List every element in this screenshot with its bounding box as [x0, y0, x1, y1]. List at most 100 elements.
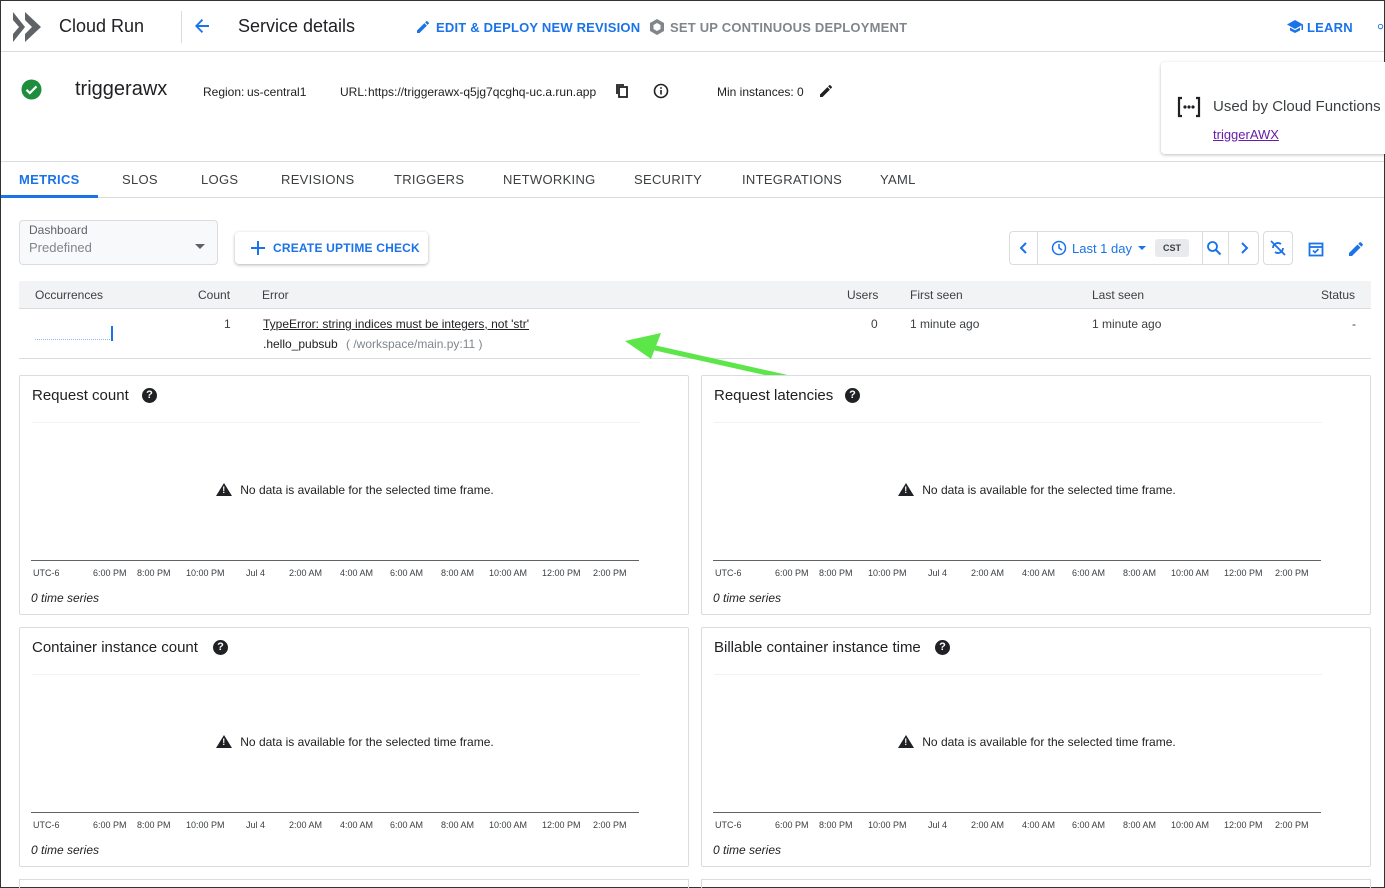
x-tick-label: 2:00 AM [971, 568, 1005, 578]
tab-logs[interactable]: LOGS [201, 162, 238, 198]
x-tick-label: UTC-6 [715, 820, 742, 830]
error-location-file: ( /workspace/main.py:11 ) [346, 337, 483, 351]
no-data-text: No data is available for the selected ti… [922, 483, 1176, 497]
edit-deploy-button[interactable]: EDIT & DEPLOY NEW REVISION [436, 20, 640, 35]
x-tick-label: 6:00 PM [93, 820, 127, 830]
back-arrow-icon[interactable] [192, 16, 212, 36]
page-title: Service details [238, 16, 356, 36]
x-tick-label: 8:00 PM [819, 820, 853, 830]
url-label: URL: [340, 85, 368, 99]
col-users: Users [847, 288, 879, 302]
divider [32, 422, 640, 423]
chart-card-container-instance-count: Container instance count ? No data is av… [19, 627, 689, 867]
used-by-label: Used by Cloud Functions [1213, 98, 1381, 115]
x-tick-label: Jul 4 [928, 568, 948, 578]
tab-triggers[interactable]: TRIGGERS [394, 162, 464, 198]
zoom-icon[interactable] [1206, 240, 1222, 256]
no-data-message: No data is available for the selected ti… [702, 735, 1372, 749]
tab-networking[interactable]: NETWORKING [503, 162, 596, 198]
error-message-link[interactable]: TypeError: string indices must be intege… [263, 317, 529, 331]
x-tick-label: 6:00 AM [390, 820, 424, 830]
region-label: Region: [203, 85, 245, 99]
edit-min-instances-icon[interactable] [818, 83, 834, 99]
x-tick-label: 12:00 PM [542, 820, 581, 830]
time-range-control: Last 1 day CST [1009, 231, 1259, 265]
tab-revisions[interactable]: REVISIONS [281, 162, 355, 198]
tab-slos[interactable]: SLOS [122, 162, 158, 198]
x-tick-label: 8:00 AM [1123, 568, 1157, 578]
x-tick-label: 6:00 PM [93, 568, 127, 578]
x-tick-label: 6:00 PM [775, 568, 809, 578]
tab-yaml[interactable]: YAML [880, 162, 916, 198]
status-ok-icon [21, 79, 42, 100]
x-tick-label: 10:00 AM [489, 568, 528, 578]
x-tick-label: 6:00 PM [775, 820, 809, 830]
cloud-run-logo-icon [11, 12, 43, 42]
error-users: 0 [871, 317, 878, 331]
chart-card-request-count: Request count ? No data is available for… [19, 375, 689, 615]
calendar-icon[interactable] [1307, 240, 1325, 258]
x-tick-label: 8:00 PM [137, 820, 171, 830]
service-url-link[interactable]: https://triggerawx-q5jg7qcghq-uc.a.run.a… [368, 85, 596, 99]
create-uptime-check-button[interactable]: CREATE UPTIME CHECK [235, 232, 428, 264]
divider [714, 674, 1322, 675]
x-tick-label: 4:00 AM [340, 568, 374, 578]
x-tick-label: 2:00 AM [971, 820, 1005, 830]
warning-icon [216, 483, 233, 496]
x-tick-label: 10:00 PM [186, 820, 225, 830]
x-axis [31, 812, 639, 813]
x-tick-label: 2:00 PM [593, 568, 627, 578]
x-tick-label: 6:00 AM [1072, 568, 1106, 578]
help-icon[interactable]: ? [845, 388, 860, 403]
error-location-func: .hello_pubsub [263, 337, 338, 351]
learn-button[interactable]: LEARN [1307, 20, 1353, 35]
x-tick-label: 4:00 AM [340, 820, 374, 830]
x-tick-label: Jul 4 [928, 820, 948, 830]
edit-dashboard-icon[interactable] [1347, 240, 1365, 258]
divider [1228, 232, 1229, 264]
col-first-seen: First seen [910, 288, 963, 302]
service-name: triggerawx [75, 78, 168, 100]
school-icon [1286, 18, 1304, 36]
tab-metrics[interactable]: METRICS [1, 162, 98, 198]
x-tick-label: 2:00 PM [593, 820, 627, 830]
dashboard-select[interactable]: Dashboard Predefined [19, 220, 218, 265]
divider [714, 422, 1322, 423]
create-uptime-check-label: CREATE UPTIME CHECK [273, 241, 420, 255]
product-name[interactable]: Cloud Run [59, 16, 144, 37]
occurrences-spike [111, 326, 113, 341]
tab-integrations[interactable]: INTEGRATIONS [742, 162, 842, 198]
region-value: us-central1 [247, 85, 307, 99]
divider [1202, 232, 1203, 264]
x-tick-label: 10:00 PM [186, 568, 225, 578]
sync-off-icon[interactable] [1263, 231, 1293, 265]
search-icon-partial[interactable] [1377, 18, 1385, 36]
timezone-badge[interactable]: CST [1155, 239, 1189, 257]
continuous-deployment-button[interactable]: SET UP CONTINUOUS DEPLOYMENT [670, 20, 907, 35]
chevron-left-icon[interactable] [1010, 232, 1038, 264]
no-data-message: No data is available for the selected ti… [20, 483, 690, 497]
warning-icon [898, 735, 915, 748]
copy-icon[interactable] [614, 83, 630, 99]
col-status: Status [1321, 288, 1356, 302]
no-data-message: No data is available for the selected ti… [702, 483, 1372, 497]
help-icon[interactable]: ? [935, 640, 950, 655]
card-title: Request latencies [714, 387, 834, 404]
x-tick-label: 10:00 AM [1171, 568, 1210, 578]
x-tick-label: Jul 4 [246, 820, 266, 830]
no-data-text: No data is available for the selected ti… [240, 483, 494, 497]
chevron-right-icon[interactable] [1230, 232, 1258, 264]
x-tick-label: 8:00 PM [819, 568, 853, 578]
x-tick-label: 10:00 AM [489, 820, 528, 830]
info-icon[interactable] [653, 83, 669, 99]
cloud-function-link[interactable]: triggerAWX [1213, 127, 1279, 142]
time-range-select[interactable]: Last 1 day [1072, 241, 1132, 256]
x-tick-label: 4:00 AM [1022, 568, 1056, 578]
x-tick-label: 10:00 PM [868, 568, 907, 578]
help-icon[interactable]: ? [142, 388, 157, 403]
help-icon[interactable]: ? [213, 640, 228, 655]
col-last-seen: Last seen [1092, 288, 1145, 302]
x-tick-label: 10:00 PM [868, 820, 907, 830]
x-tick-label: 6:00 AM [1072, 820, 1106, 830]
tab-security[interactable]: SECURITY [634, 162, 702, 198]
